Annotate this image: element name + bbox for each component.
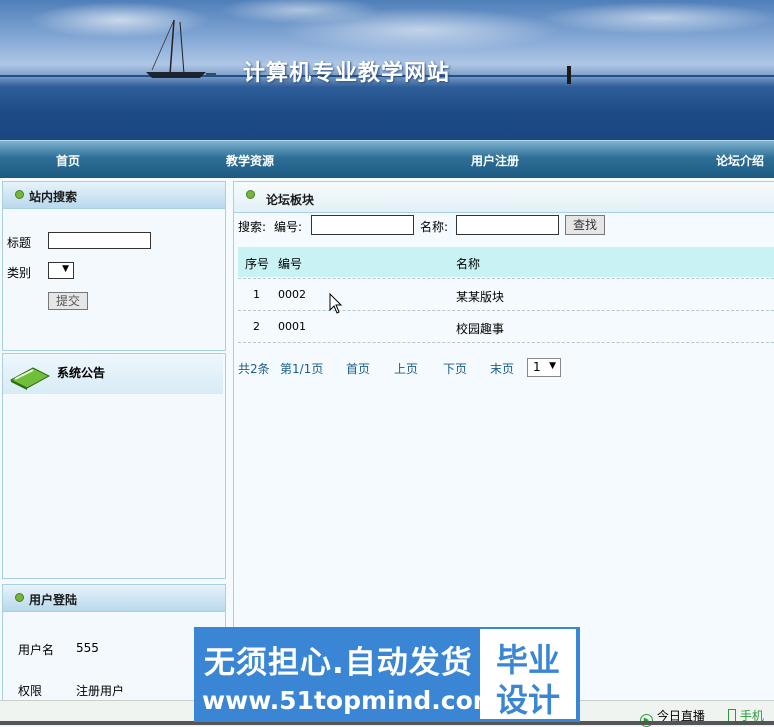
nav-teaching-resources[interactable]: 教学资源 [226,152,274,169]
system-notice-panel: 系统公告 [2,353,226,579]
column-header-seq: 序号 [245,257,270,271]
nav-user-register[interactable]: 用户注册 [471,152,519,169]
row-divider [238,278,774,279]
page-select[interactable]: 1 ▼ [527,358,561,377]
category-select[interactable]: ▼ [48,262,74,279]
system-notice-header: 系统公告 [3,354,223,394]
sailboat-image [146,19,216,78]
role-value: 注册用户 [76,684,125,698]
row-divider [238,342,774,343]
header-banner: 计算机专业教学网站 [0,0,774,140]
site-search-title: 站内搜索 [29,190,78,204]
site-search-header: 站内搜索 [3,182,225,209]
forum-title: 论坛板块 [266,193,315,207]
category-label: 类别 [7,266,32,280]
row-seq: 2 [253,320,260,333]
nav-home[interactable]: 首页 [56,152,80,169]
page-select-value: 1 [533,360,541,374]
pager-page: 第1/1页 [280,362,324,376]
watermark-url: www.51topmind.com [202,686,499,715]
number-search-input[interactable] [311,215,414,235]
forum-search-label: 搜索: [238,220,267,234]
bullet-icon [15,190,24,199]
mouse-cursor-icon [329,293,343,314]
name-search-input[interactable] [456,215,559,235]
role-label: 权限 [18,684,43,698]
watermark-slogan: 无须担心.自动发货 [204,645,473,681]
user-login-panel: 用户登陆 用户名 555 权限 注册用户 [2,584,226,702]
submit-button[interactable]: 提交 [48,292,88,310]
pager-prev-link[interactable]: 上页 [394,360,418,377]
username-label: 用户名 [18,643,55,657]
title-label: 标题 [7,236,32,250]
find-button[interactable]: 查找 [565,215,605,235]
row-seq: 1 [253,288,260,301]
row-name[interactable]: 校园趣事 [456,320,504,337]
user-login-title: 用户登陆 [29,593,78,607]
title-input[interactable] [48,232,151,249]
pager-total: 共2条 [238,362,270,376]
number-label: 编号: [274,220,303,234]
dropdown-arrow-icon: ▼ [549,361,556,371]
pager-first-link[interactable]: 首页 [346,360,370,377]
user-login-header: 用户登陆 [3,585,225,612]
site-search-panel: 站内搜索 标题 类别 ▼ 提交 [2,181,226,351]
main-nav: 首页 教学资源 用户注册 论坛介绍 [0,140,774,178]
dropdown-arrow-icon: ▼ [62,264,69,274]
row-name[interactable]: 某某版块 [456,288,504,305]
system-notice-title: 系统公告 [57,366,106,380]
column-header-name: 名称 [456,257,481,271]
bullet-icon [15,593,24,602]
pager-next-link[interactable]: 下页 [443,360,467,377]
row-number: 0001 [278,320,306,333]
table-header-row [238,247,774,277]
row-number: 0002 [278,288,306,301]
bullet-icon [246,190,255,199]
watermark-badge-line2: 设计 [495,681,560,719]
forum-header: 论坛板块 [234,182,774,213]
buoy-marker [567,66,571,84]
username-value: 555 [76,641,99,655]
pager-last-link[interactable]: 末页 [490,360,514,377]
row-divider [238,310,774,311]
column-header-number: 编号 [278,257,303,271]
nav-forum-intro[interactable]: 论坛介绍 [716,152,764,169]
site-title: 计算机专业教学网站 [243,60,451,86]
watermark-overlay: 无须担心.自动发货 www.51topmind.com 毕业 设计 [194,627,580,722]
name-label: 名称: [420,220,449,234]
book-icon [9,367,51,390]
watermark-badge: 毕业 设计 [480,629,576,719]
